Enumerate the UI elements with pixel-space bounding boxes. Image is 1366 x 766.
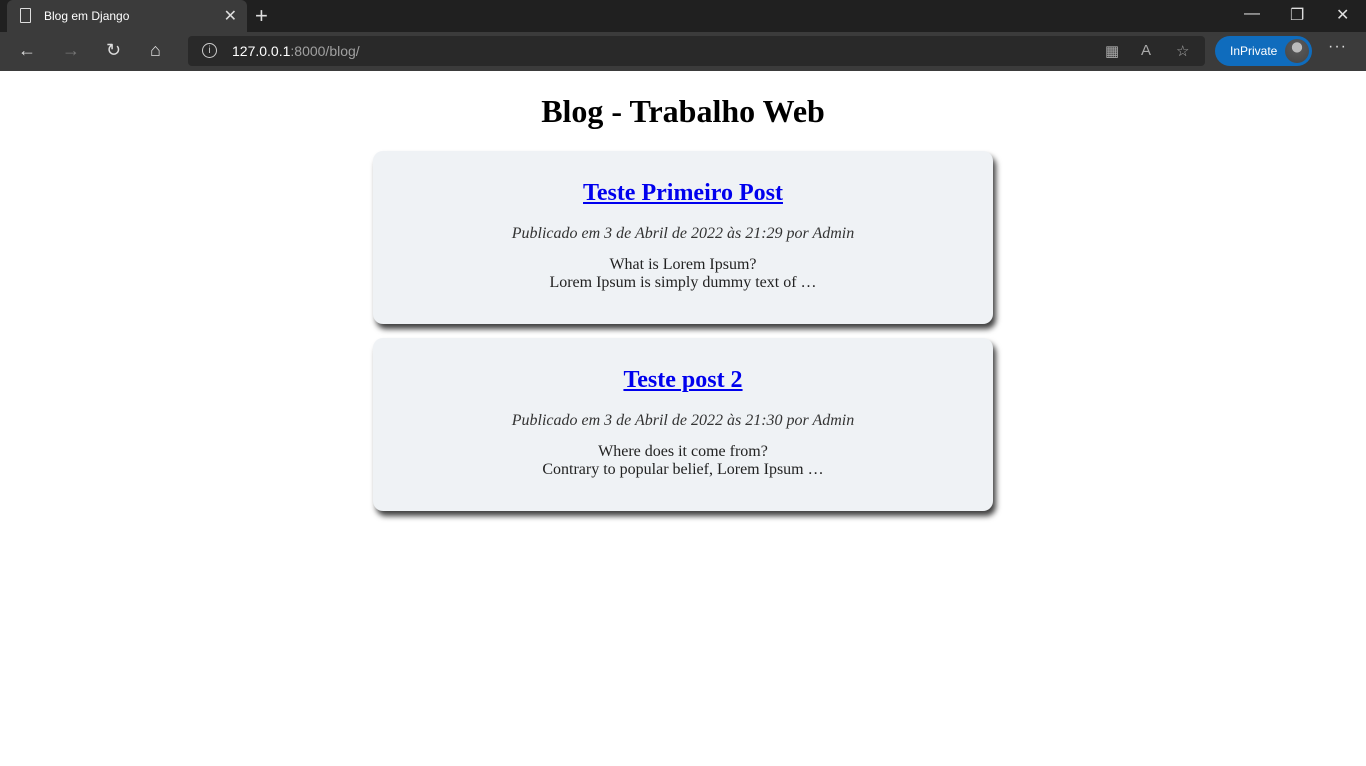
post-card: Teste Primeiro Post Publicado em 3 de Ab… (373, 151, 993, 324)
restore-button[interactable]: ❐ (1290, 5, 1304, 25)
refresh-icon[interactable]: ↻ (106, 40, 121, 61)
tab-title: Blog em Django (44, 9, 130, 23)
inprivate-label: InPrivate (1230, 44, 1278, 58)
url-text[interactable]: 127.0.0.1:8000/blog/ (232, 43, 360, 59)
post-card: Teste post 2 Publicado em 3 de Abril de … (373, 338, 993, 511)
avatar (1285, 39, 1309, 63)
post-meta: Publicado em 3 de Abril de 2022 às 21:30… (511, 412, 855, 429)
forward-icon[interactable]: → (62, 40, 80, 61)
more-icon[interactable]: ··· (1328, 38, 1347, 56)
post-title-link[interactable]: Teste Primeiro Post (373, 180, 993, 207)
url-path: :8000/blog/ (290, 43, 360, 59)
page-icon (20, 8, 31, 23)
apps-icon[interactable]: ▦ (1105, 42, 1119, 60)
browser-tab[interactable]: Blog em Django ✕ (7, 0, 247, 32)
read-aloud-icon[interactable]: A (1141, 42, 1151, 59)
address-bar[interactable]: i 127.0.0.1:8000/blog/ ▦ A ☆ (188, 36, 1205, 66)
inprivate-button[interactable]: InPrivate (1215, 36, 1312, 66)
post-excerpt: What is Lorem Ipsum? Lorem Ipsum is simpl… (373, 256, 993, 292)
post-title-link[interactable]: Teste post 2 (373, 367, 993, 394)
excerpt-line: Lorem Ipsum is simply dummy text of … (549, 274, 817, 291)
excerpt-line: Contrary to popular belief, Lorem Ipsum … (542, 461, 824, 478)
close-window-button[interactable]: ✕ (1336, 5, 1349, 25)
excerpt-line: Where does it come from? (598, 443, 768, 460)
toolbar: ← → ↻ ⌂ i 127.0.0.1:8000/blog/ ▦ A ☆ InP… (0, 32, 1366, 71)
close-tab-icon[interactable]: ✕ (224, 6, 237, 26)
minimize-button[interactable]: — (1244, 5, 1260, 23)
excerpt-line: What is Lorem Ipsum? (609, 256, 757, 273)
post-excerpt: Where does it come from? Contrary to popu… (373, 443, 993, 479)
favorites-icon[interactable]: ☆ (1176, 42, 1189, 60)
page-title: Blog - Trabalho Web (541, 93, 825, 129)
new-tab-button[interactable]: + (255, 3, 268, 29)
back-icon[interactable]: ← (18, 40, 36, 61)
post-meta: Publicado em 3 de Abril de 2022 às 21:29… (511, 225, 855, 242)
info-icon[interactable]: i (202, 43, 217, 58)
url-host: 127.0.0.1 (232, 43, 291, 59)
home-icon[interactable]: ⌂ (150, 40, 161, 61)
browser-chrome: Blog em Django ✕ + — ❐ ✕ ← → ↻ ⌂ i 127.0… (0, 0, 1366, 71)
